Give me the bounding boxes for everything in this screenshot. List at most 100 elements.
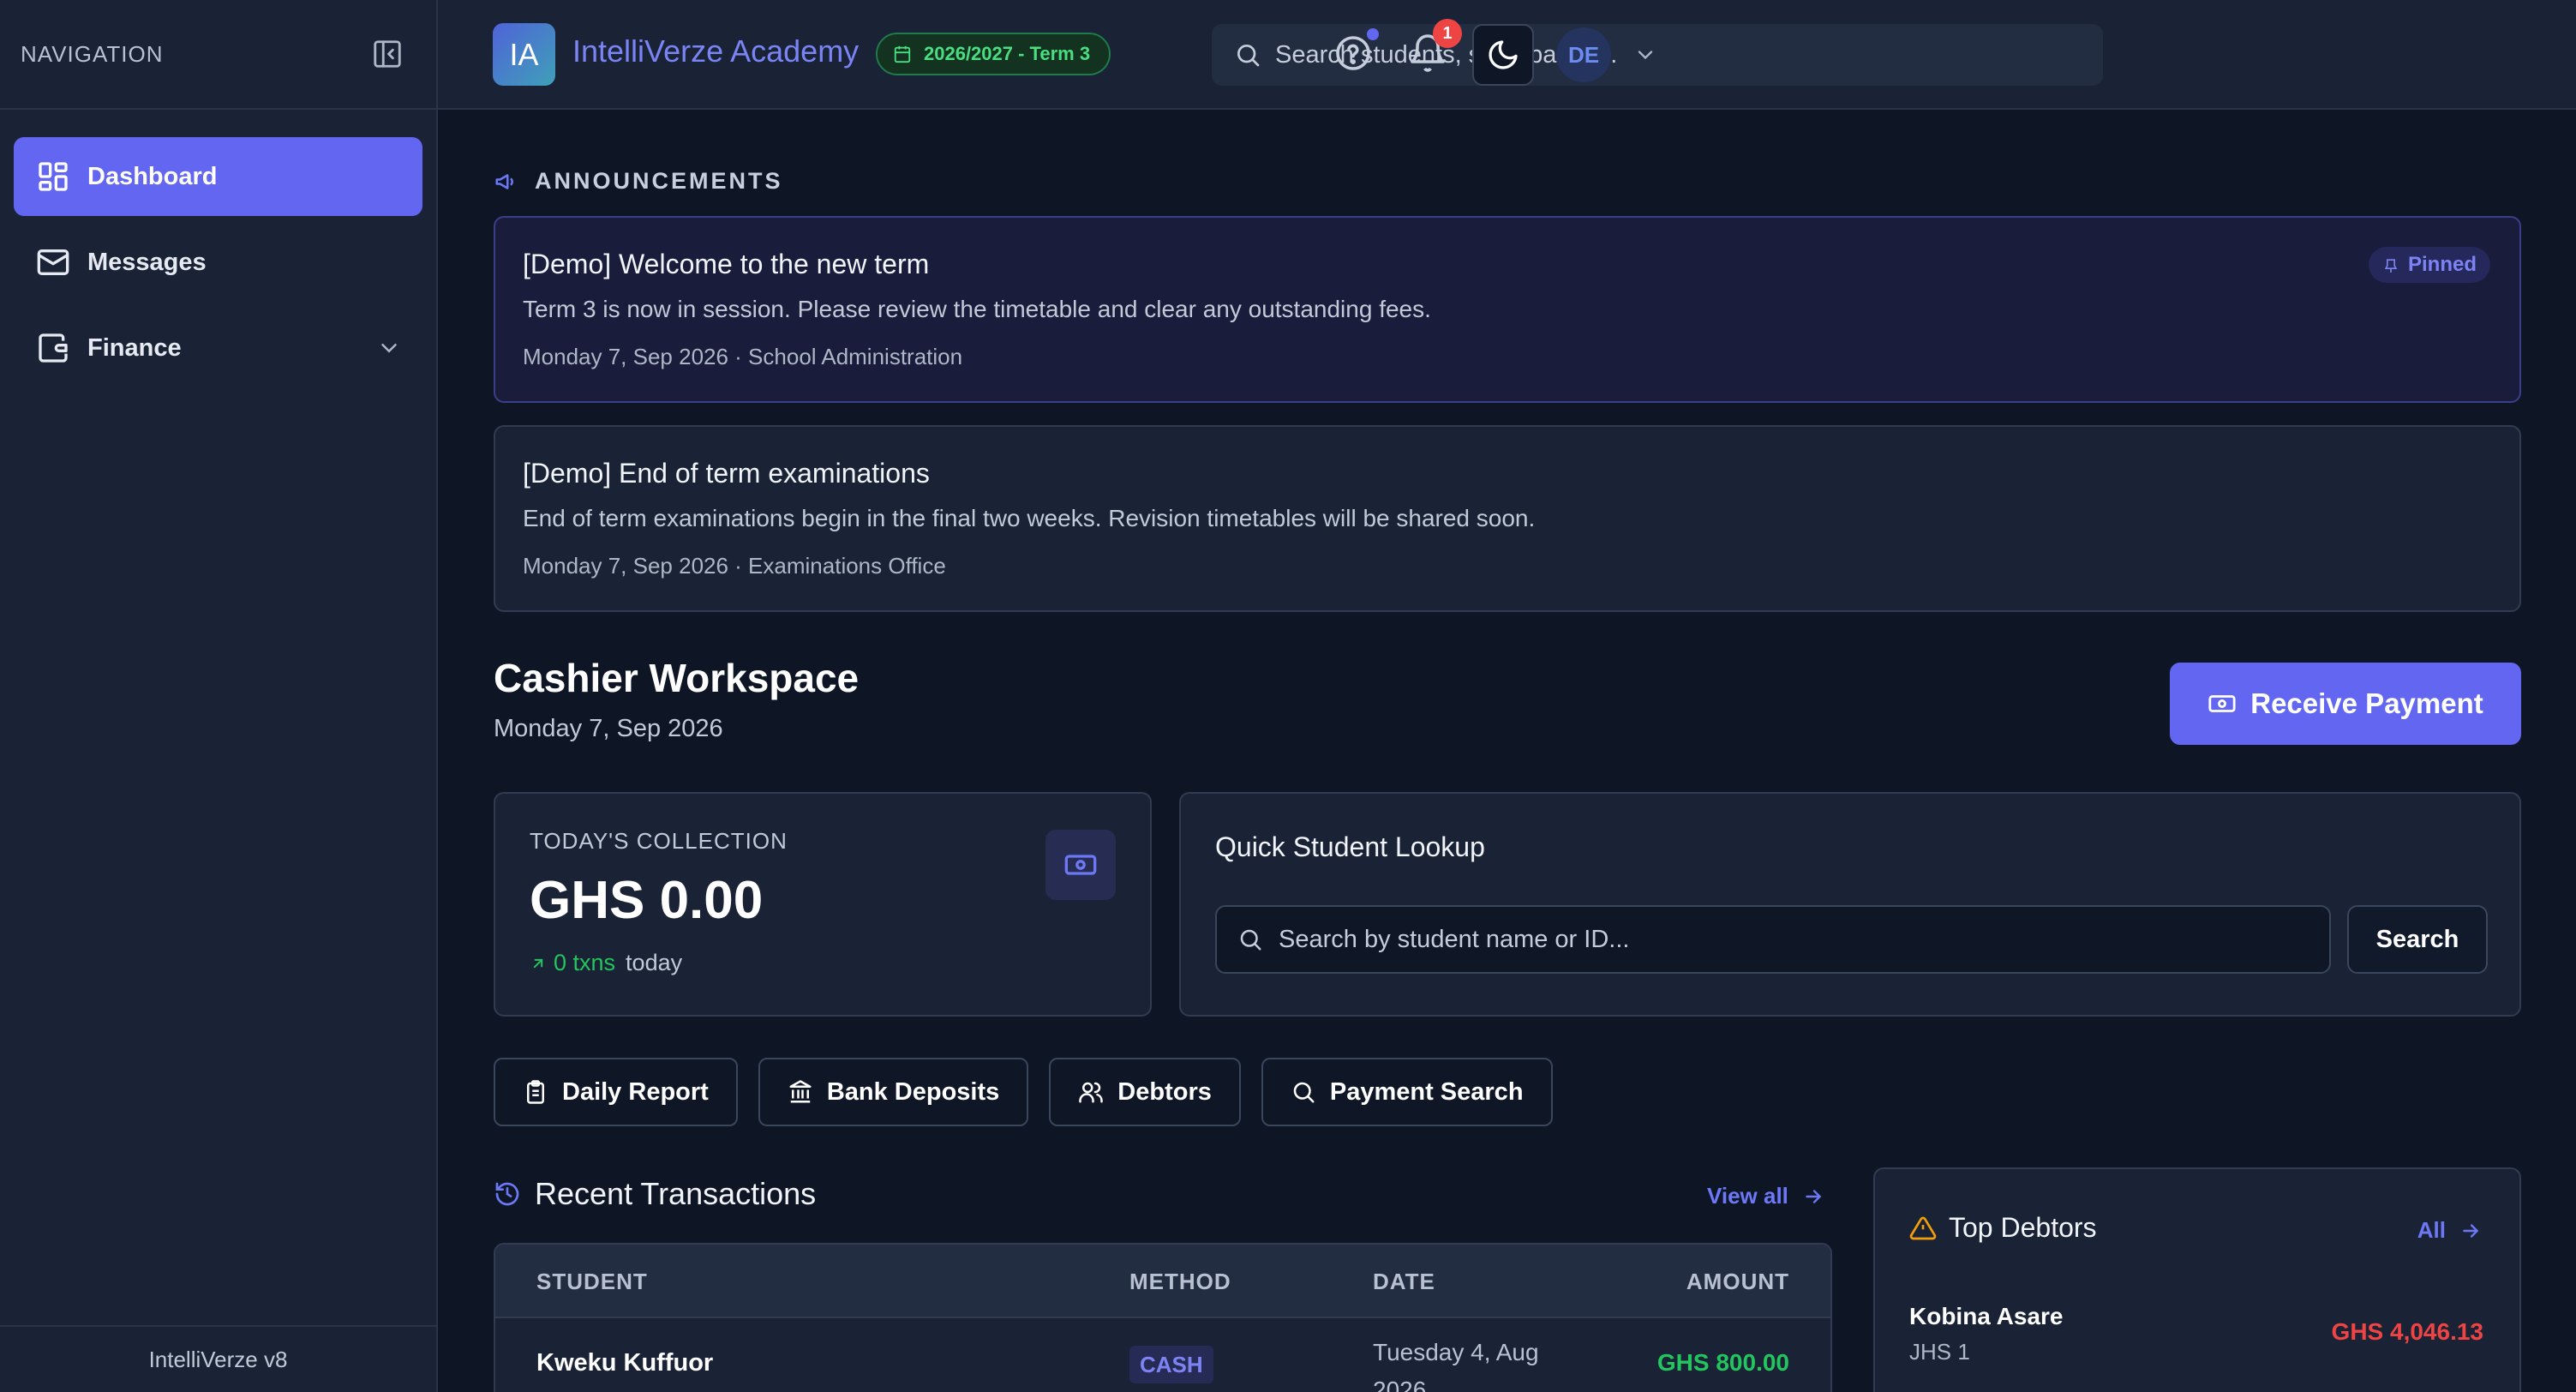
student-search-input[interactable]: Search by student name or ID... (1215, 905, 2331, 974)
moon-icon (1486, 38, 1520, 72)
column-header-method[interactable]: METHOD (1129, 1269, 1231, 1295)
collapse-sidebar-icon[interactable] (371, 38, 404, 70)
wallet-icon (36, 331, 70, 365)
collection-value: GHS 0.00 (530, 871, 764, 930)
arrow-right-icon (2446, 1220, 2482, 1242)
top-debtors-heading: Top Debtors (1909, 1212, 2097, 1244)
announcement-body: End of term examinations begin in the fi… (523, 505, 1536, 531)
announcement-meta: Monday 7, Sep 2026 · School Administrati… (523, 344, 963, 369)
view-all-link[interactable]: View all (1707, 1183, 1824, 1209)
page-date: Monday 7, Sep 2026 (494, 715, 723, 742)
users-icon (1078, 1079, 1117, 1105)
debtors-button[interactable]: Debtors (1049, 1058, 1241, 1126)
sidebar-item-dashboard[interactable]: Dashboard (14, 137, 422, 216)
sidebar-title: NAVIGATION (21, 40, 164, 67)
method-badge: CASH (1129, 1346, 1213, 1383)
dashboard-icon (36, 159, 70, 194)
column-header-date[interactable]: DATE (1373, 1269, 1435, 1295)
notification-count-badge: 1 (1433, 19, 1462, 48)
todays-collection-card: TODAY'S COLLECTION GHS 0.00 0 txns today (494, 792, 1152, 1017)
sidebar-item-label: Finance (87, 333, 182, 362)
announcement-body: Term 3 is now in session. Please review … (523, 296, 1431, 322)
view-all-label: View all (1707, 1183, 1788, 1209)
txn-count-suffix: today (626, 950, 683, 975)
quick-student-lookup-card: Quick Student Lookup Search by student n… (1179, 792, 2521, 1017)
announcement-title: [Demo] Welcome to the new term (523, 249, 930, 279)
collection-label: TODAY'S COLLECTION (530, 828, 788, 854)
announcement-card[interactable]: [Demo] End of term examinations End of t… (494, 425, 2521, 612)
page-title: Cashier Workspace (494, 656, 860, 700)
lookup-title: Quick Student Lookup (1215, 831, 1485, 862)
student-name: Kweku Kuffuor (536, 1349, 714, 1377)
chevron-down-icon[interactable] (376, 335, 402, 361)
avatar[interactable]: DE (1556, 27, 1611, 82)
megaphone-icon (494, 169, 535, 195)
sidebar-item-finance[interactable]: Finance (14, 309, 422, 387)
student-search-button[interactable]: Search (2347, 905, 2488, 974)
debtor-name: Kobina Asare (1909, 1303, 2064, 1329)
app-logo[interactable]: IA (493, 23, 555, 86)
all-debtors-label: All (2417, 1217, 2446, 1243)
cash-icon (1045, 830, 1116, 900)
column-header-amount[interactable]: AMOUNT (1686, 1269, 1789, 1295)
table-header: STUDENT METHOD DATE AMOUNT (495, 1245, 1830, 1318)
history-icon (494, 1180, 535, 1208)
collection-subtext: 0 txns today (530, 950, 1116, 976)
txn-count-label: 0 txns (554, 950, 616, 975)
debtor-amount: GHS 4,046.13 (2331, 1318, 2483, 1345)
term-badge[interactable]: 2026/2027 - Term 3 (876, 33, 1111, 75)
sidebar-nav: Dashboard Messages Finance (0, 110, 436, 387)
sidebar-item-label: Messages (87, 248, 207, 276)
announcements-heading: ANNOUNCEMENTS (494, 168, 783, 195)
bank-icon (788, 1079, 827, 1105)
recent-transactions-heading: Recent Transactions (494, 1176, 816, 1212)
student-search-placeholder: Search by student name or ID... (1279, 925, 1630, 953)
daily-report-label: Daily Report (562, 1077, 709, 1106)
chevron-down-icon[interactable] (1633, 43, 1657, 67)
table-row[interactable]: Kweku Kuffuor CASH Tuesday 4, Aug 2026 G… (495, 1318, 1830, 1392)
brand-name[interactable]: IntelliVerze Academy (572, 33, 859, 69)
sidebar-item-messages[interactable]: Messages (14, 223, 422, 302)
column-header-student[interactable]: STUDENT (536, 1269, 648, 1295)
pin-icon (2382, 256, 2408, 273)
arrow-right-icon (1788, 1185, 1824, 1208)
top-debtors-title: Top Debtors (1949, 1212, 2097, 1243)
search-icon (1237, 927, 1279, 952)
help-icon[interactable] (1333, 33, 1374, 74)
transaction-date: Tuesday 4, Aug 2026 (1373, 1339, 1539, 1392)
search-icon (1234, 41, 1275, 69)
clipboard-icon (523, 1079, 562, 1105)
top-debtors-card: Top Debtors All Kobina Asare JHS 1 GHS 4… (1873, 1167, 2521, 1392)
all-debtors-link[interactable]: All (2417, 1217, 2482, 1244)
topbar: IA IntelliVerze Academy 2026/2027 - Term… (438, 0, 2576, 110)
search-icon (1291, 1079, 1330, 1105)
pinned-badge: Pinned (2368, 247, 2490, 283)
announcement-title: [Demo] End of term examinations (523, 458, 930, 489)
receive-payment-button[interactable]: Receive Payment (2170, 663, 2521, 745)
mail-icon (36, 245, 70, 279)
debtors-label: Debtors (1117, 1077, 1212, 1106)
payment-search-button[interactable]: Payment Search (1261, 1058, 1553, 1126)
txn-count: 0 txns (530, 950, 615, 976)
announcements-title: ANNOUNCEMENTS (535, 168, 783, 194)
bank-deposits-button[interactable]: Bank Deposits (758, 1058, 1029, 1126)
transactions-table: STUDENT METHOD DATE AMOUNT Kweku Kuffuor… (494, 1243, 1832, 1392)
calendar-icon (893, 45, 924, 63)
sidebar-header: NAVIGATION (0, 0, 436, 110)
debtor-class: JHS 1 (1909, 1339, 1970, 1365)
sidebar: NAVIGATION Dashboard Messages Finance In… (0, 0, 438, 1392)
cash-icon (2208, 689, 2250, 718)
term-label: 2026/2027 - Term 3 (924, 43, 1091, 64)
arrow-up-right-icon (530, 955, 554, 972)
pinned-label: Pinned (2407, 253, 2477, 276)
daily-report-button[interactable]: Daily Report (494, 1058, 738, 1126)
help-indicator-dot (1367, 28, 1379, 40)
payment-search-label: Payment Search (1329, 1077, 1524, 1106)
receive-payment-label: Receive Payment (2250, 687, 2483, 719)
announcement-card[interactable]: [Demo] Welcome to the new term Term 3 is… (494, 216, 2521, 403)
theme-toggle-button[interactable] (1472, 24, 1534, 86)
sidebar-footer: IntelliVerze v8 (0, 1325, 436, 1392)
transaction-amount: GHS 800.00 (1656, 1349, 1789, 1376)
sidebar-item-label: Dashboard (87, 162, 218, 190)
quick-actions: Daily Report Bank Deposits Debtors Payme… (494, 1058, 1553, 1126)
